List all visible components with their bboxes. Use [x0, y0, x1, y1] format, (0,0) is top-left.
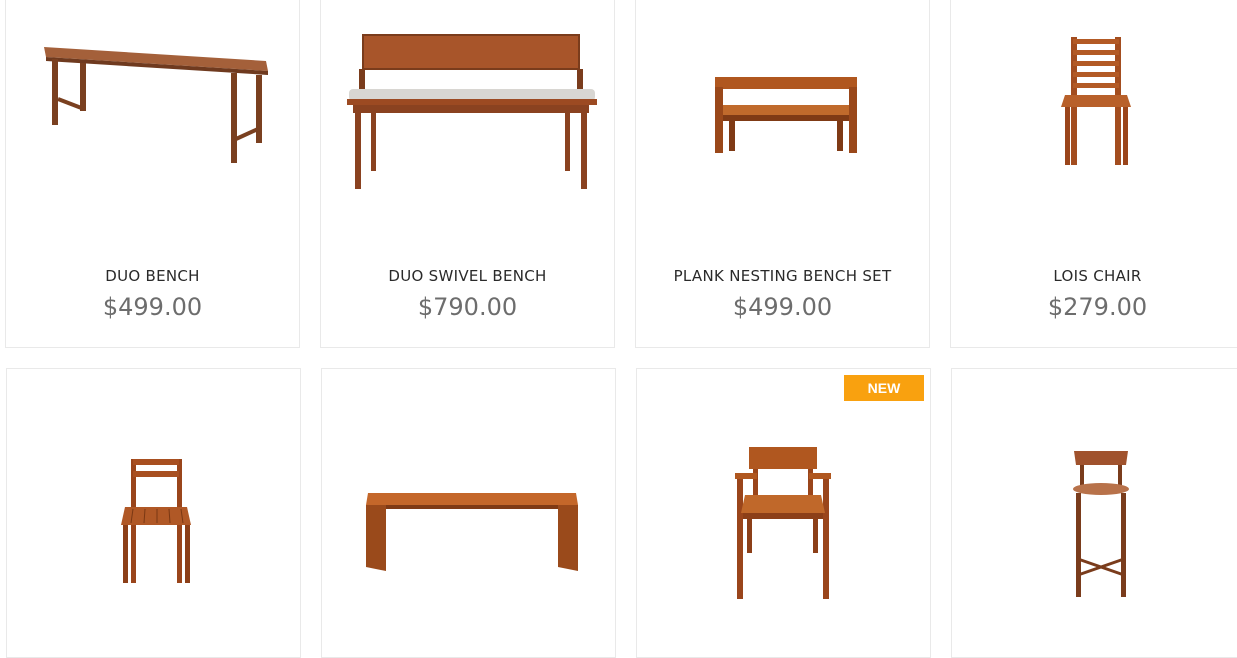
- armchair-image[interactable]: [733, 443, 833, 601]
- product-name[interactable]: LOIS CHAIR: [951, 267, 1237, 285]
- product-card[interactable]: LOIS CHAIR $279.00: [950, 0, 1237, 348]
- new-badge: NEW: [844, 375, 924, 401]
- product-card[interactable]: PLANK NESTING BENCH SET $499.00: [635, 0, 930, 348]
- bench-image[interactable]: [362, 489, 582, 579]
- product-card[interactable]: [6, 368, 301, 658]
- product-name[interactable]: PLANK NESTING BENCH SET: [636, 267, 929, 285]
- product-card[interactable]: [321, 368, 616, 658]
- product-card[interactable]: [951, 368, 1237, 658]
- chair-image[interactable]: [1059, 35, 1139, 167]
- product-price: $499.00: [732, 293, 833, 321]
- product-name[interactable]: DUO SWIVEL BENCH: [321, 267, 614, 285]
- bench-image[interactable]: [36, 39, 276, 169]
- product-price: $499.00: [102, 293, 203, 321]
- bench-with-back-image[interactable]: [341, 29, 601, 194]
- product-price: $279.00: [1047, 293, 1148, 321]
- product-name[interactable]: DUO BENCH: [6, 267, 299, 285]
- chair-image[interactable]: [119, 457, 194, 585]
- bar-stool-image[interactable]: [1066, 449, 1136, 599]
- nesting-bench-image[interactable]: [711, 71, 861, 161]
- product-price: $790.00: [417, 293, 518, 321]
- product-card[interactable]: NEW: [636, 368, 931, 658]
- product-card[interactable]: DUO BENCH $499.00: [5, 0, 300, 348]
- product-card[interactable]: DUO SWIVEL BENCH $790.00: [320, 0, 615, 348]
